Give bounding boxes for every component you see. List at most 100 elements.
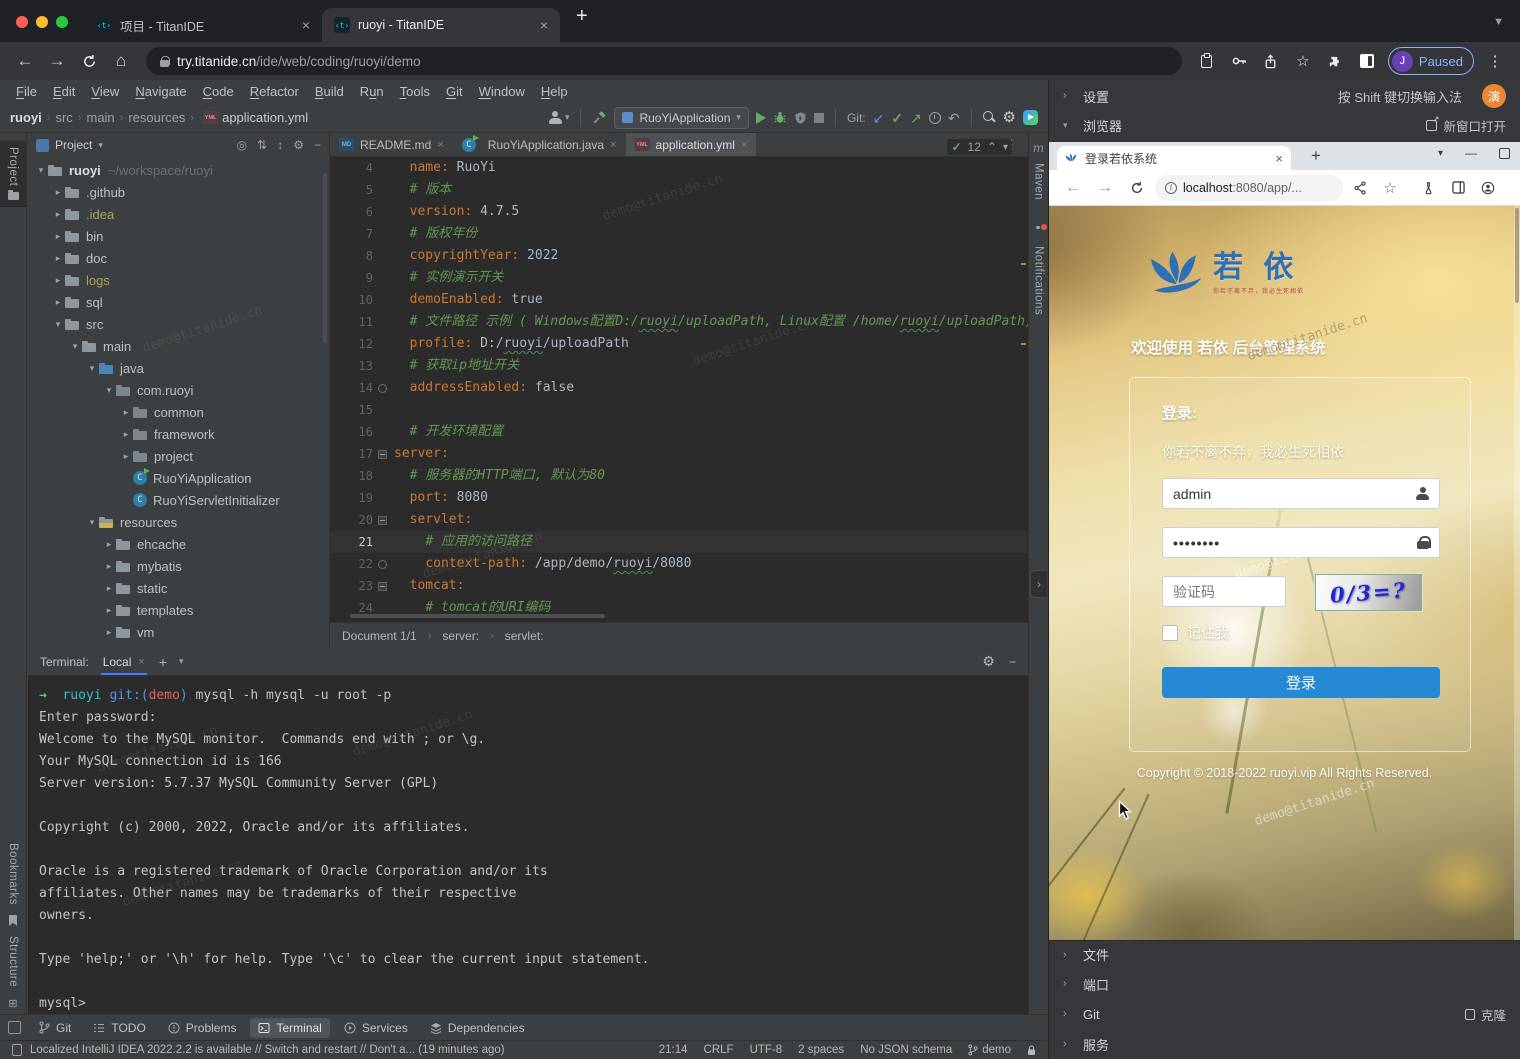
- debug-bug-icon[interactable]: [773, 110, 787, 125]
- stripe-tab-structure[interactable]: Structure: [7, 936, 19, 987]
- menu-item-refactor[interactable]: Refactor: [242, 84, 307, 99]
- crumb-server[interactable]: server:: [442, 629, 479, 643]
- clone-button[interactable]: 克隆: [1465, 1005, 1506, 1024]
- menu-item-tools[interactable]: Tools: [392, 84, 438, 99]
- breadcrumb-main[interactable]: main: [86, 110, 114, 125]
- expand-all-icon[interactable]: ↕: [277, 138, 283, 152]
- notifications-bell-icon[interactable]: [1033, 226, 1045, 238]
- mini-bookmark-star-icon[interactable]: ☆: [1377, 175, 1403, 201]
- breadcrumb-file[interactable]: application.yml: [222, 110, 308, 125]
- share-icon[interactable]: [1256, 46, 1286, 76]
- mini-profile-icon[interactable]: [1475, 175, 1501, 201]
- tree-item-RuoYiServletInitializer[interactable]: RuoYiServletInitializer: [28, 489, 329, 511]
- terminal-new-tab-icon[interactable]: +: [159, 654, 167, 670]
- tree-item-sql[interactable]: ▸sql: [28, 291, 329, 313]
- tree-item-resources[interactable]: ▾resources: [28, 511, 329, 533]
- tree-chevron-icon[interactable]: ▾: [34, 165, 48, 176]
- tree-chevron-icon[interactable]: ▸: [102, 561, 116, 572]
- username-input[interactable]: [1173, 486, 1416, 502]
- inspections-widget[interactable]: ✓ 12 ⌃ ▾: [947, 139, 1012, 155]
- crumb-document[interactable]: Document 1/1: [342, 629, 417, 643]
- mini-new-tab-icon[interactable]: +: [1311, 146, 1321, 166]
- tree-item-ehcache[interactable]: ▸ehcache: [28, 533, 329, 555]
- new-tab-button[interactable]: +: [576, 6, 588, 26]
- tree-item-mybatis[interactable]: ▸mybatis: [28, 555, 329, 577]
- breadcrumb-resources[interactable]: resources: [128, 110, 185, 125]
- mini-restore-icon[interactable]: [1499, 148, 1510, 159]
- toolwindow-services[interactable]: Services: [336, 1018, 416, 1038]
- settings-gear-icon[interactable]: ⚙: [1003, 110, 1016, 125]
- gutter-mark-icon[interactable]: [378, 384, 387, 393]
- tab-search-chevron-icon[interactable]: ▼: [1493, 16, 1504, 28]
- editor-tab-README-md[interactable]: MDREADME.md×: [330, 133, 453, 156]
- menu-item-build[interactable]: Build: [307, 84, 352, 99]
- tree-item-ruoyi[interactable]: ▾ruoyi~/workspace/ruoyi: [28, 159, 329, 181]
- run-config-select[interactable]: RuoYiApplication ▾: [614, 107, 748, 129]
- collapse-all-icon[interactable]: ⇅: [257, 138, 267, 152]
- demo-badge[interactable]: 演: [1482, 84, 1506, 108]
- section-services[interactable]: ›服务: [1049, 1030, 1520, 1058]
- project-settings-gear-icon[interactable]: ⚙: [293, 138, 304, 152]
- tree-chevron-icon[interactable]: ▸: [119, 429, 133, 440]
- menu-item-git[interactable]: Git: [438, 84, 471, 99]
- status-indent[interactable]: 2 spaces: [798, 1044, 844, 1056]
- menu-item-help[interactable]: Help: [533, 84, 576, 99]
- terminal-settings-gear-icon[interactable]: ⚙: [982, 653, 995, 670]
- crumb-servlet[interactable]: servlet:: [505, 629, 544, 643]
- breadcrumb-src[interactable]: src: [55, 110, 72, 125]
- side-panel-icon[interactable]: [1352, 46, 1382, 76]
- tree-item-framework[interactable]: ▸framework: [28, 423, 329, 445]
- prev-problem-icon[interactable]: ⌃: [987, 140, 997, 154]
- breadcrumb-project[interactable]: ruoyi: [10, 110, 42, 125]
- tree-chevron-icon[interactable]: ▾: [51, 319, 65, 330]
- tree-chevron-icon[interactable]: ▾: [85, 517, 99, 528]
- status-git-branch[interactable]: demo: [968, 1044, 1011, 1056]
- info-icon[interactable]: i: [1165, 182, 1177, 194]
- user-account-icon[interactable]: ▾: [549, 111, 570, 124]
- mini-reload-icon[interactable]: [1123, 174, 1151, 202]
- stop-button[interactable]: [814, 113, 824, 123]
- mini-browser-tab[interactable]: 登录若依系统 ×: [1057, 146, 1291, 170]
- fold-marker-icon[interactable]: [378, 516, 387, 525]
- editor-tab-application-yml[interactable]: YMLapplication.yml×: [626, 133, 757, 156]
- editor-hscrollbar[interactable]: [350, 614, 605, 618]
- mini-back-icon[interactable]: ←: [1059, 174, 1087, 202]
- menu-item-code[interactable]: Code: [195, 84, 242, 99]
- mini-forward-icon[interactable]: →: [1091, 174, 1119, 202]
- tree-chevron-icon[interactable]: ▾: [102, 385, 116, 396]
- tree-item-java[interactable]: ▾java: [28, 357, 329, 379]
- mini-dropdown-chevron-icon[interactable]: ▾: [1438, 148, 1443, 159]
- tree-item-static[interactable]: ▸static: [28, 577, 329, 599]
- login-button[interactable]: 登录: [1162, 667, 1440, 698]
- section-settings[interactable]: › 设置 按 Shift 键切换输入法 演: [1049, 82, 1520, 110]
- tree-chevron-icon[interactable]: ▸: [102, 627, 116, 638]
- section-files[interactable]: ›文件: [1049, 940, 1520, 968]
- terminal-output[interactable]: → ruoyi git:(demo) mysql -h mysql -u roo…: [28, 676, 1028, 1014]
- terminal-tabs-dropdown-icon[interactable]: ▾: [179, 656, 184, 667]
- back-icon[interactable]: ←: [10, 46, 40, 76]
- tree-item-src[interactable]: ▾src: [28, 313, 329, 335]
- tree-chevron-icon[interactable]: ▸: [51, 231, 65, 242]
- tab-close-icon[interactable]: ×: [536, 17, 552, 33]
- remember-checkbox[interactable]: [1162, 625, 1178, 641]
- build-hammer-icon[interactable]: [592, 110, 607, 125]
- toolwindow-terminal[interactable]: Terminal: [250, 1018, 329, 1038]
- git-update-icon[interactable]: ↙: [873, 111, 885, 125]
- project-scrollbar[interactable]: [323, 173, 327, 343]
- rollback-icon[interactable]: ↶: [948, 111, 960, 125]
- tree-chevron-icon[interactable]: ▸: [102, 605, 116, 616]
- minimize-window-button[interactable]: [36, 16, 48, 28]
- terminal-minimize-icon[interactable]: −: [1009, 655, 1016, 669]
- bookmark-star-icon[interactable]: ☆: [1288, 46, 1318, 76]
- menu-item-view[interactable]: View: [83, 84, 127, 99]
- hide-panel-icon[interactable]: −: [314, 138, 321, 152]
- tree-chevron-icon[interactable]: ▸: [51, 275, 65, 286]
- gutter-mark-icon[interactable]: [378, 560, 387, 569]
- tree-item--github[interactable]: ▸.github: [28, 181, 329, 203]
- stripe-tab-project[interactable]: Project: [0, 141, 26, 207]
- tree-chevron-icon[interactable]: ▾: [68, 341, 82, 352]
- menu-item-run[interactable]: Run: [352, 84, 392, 99]
- clipboard-icon[interactable]: [1192, 46, 1222, 76]
- panel-expander-chevron[interactable]: ›: [1030, 570, 1047, 598]
- terminal-tab-local[interactable]: Local ×: [101, 648, 147, 675]
